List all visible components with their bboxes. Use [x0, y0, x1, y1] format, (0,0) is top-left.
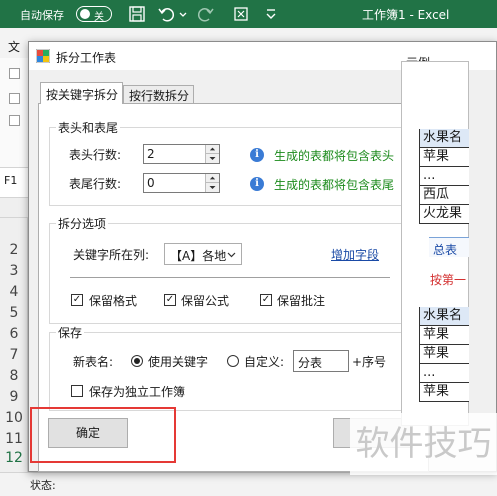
tab-split-by-rows[interactable]: 按行数拆分: [123, 85, 194, 104]
row-number[interactable]: 8: [0, 368, 28, 384]
preview-sheet-tab: 总表: [429, 237, 469, 257]
key-column-label: 关键字所在列:: [73, 248, 150, 262]
info-icon: i: [250, 148, 264, 162]
preview-cell: 苹果: [420, 383, 469, 402]
row-number[interactable]: 4: [0, 284, 28, 300]
radio-selected-dot: [134, 358, 140, 364]
custom-name-value: 分表: [298, 356, 323, 370]
preview-cell: 苹果: [420, 148, 469, 167]
preview-cell: 西瓜: [420, 186, 469, 205]
add-field-link[interactable]: 增加字段: [331, 246, 379, 263]
footer-hint: 生成的表都将包含表尾: [274, 178, 395, 192]
custom-name-input[interactable]: 分表: [293, 350, 349, 372]
footer-rows-spin-buttons: [205, 174, 219, 192]
header-rows-value[interactable]: 2: [147, 147, 155, 161]
header-rows-label: 表头行数:: [69, 148, 122, 162]
header-rows-spinner[interactable]: 2: [143, 144, 220, 164]
row-number[interactable]: 12: [0, 450, 28, 466]
autosave-toggle-state: 关: [94, 12, 104, 23]
spin-up-icon[interactable]: [206, 174, 219, 183]
preview-note: 按第一: [430, 273, 467, 287]
preview-cell: 水果名: [420, 307, 469, 326]
ribbon-checkbox[interactable]: [9, 93, 20, 104]
dialog-app-icon: [36, 49, 50, 63]
row-headers: 2 3 4 5 6 7 8 9 10 11 12: [0, 218, 28, 472]
save-legend: 保存: [56, 324, 85, 341]
footer-rows-label: 表尾行数:: [69, 177, 122, 191]
highlight-box: [30, 407, 176, 463]
row-number[interactable]: 10: [0, 410, 28, 426]
spin-up-icon[interactable]: [206, 145, 219, 154]
footer-rows-value[interactable]: 0: [147, 176, 155, 190]
custom-name-label[interactable]: 自定义:: [244, 353, 284, 370]
header-hint: 生成的表都将包含表头: [274, 149, 395, 163]
save-as-workbook-checkbox[interactable]: [71, 385, 83, 397]
preview-cell: 火龙果: [420, 205, 469, 224]
keep-formula-checkbox[interactable]: ✓: [164, 294, 176, 306]
autosave-toggle[interactable]: 关: [76, 6, 112, 23]
key-column-value: 【A】各地: [170, 249, 227, 263]
preview-cell: 苹果: [420, 345, 469, 364]
preview-cell: ...: [420, 364, 469, 383]
info-icon: i: [250, 177, 264, 191]
split-options-legend: 拆分选项: [56, 215, 109, 232]
document-title: 工作簿1 - Excel: [362, 8, 450, 22]
customize-quick-access-icon[interactable]: [262, 5, 280, 23]
keep-format-label[interactable]: 保留格式: [89, 292, 137, 309]
row-number[interactable]: 11: [0, 431, 28, 447]
sort-icon[interactable]: [232, 5, 250, 23]
key-column-select[interactable]: 【A】各地: [164, 243, 242, 265]
dialog-title: 拆分工作表: [56, 51, 117, 65]
row-number[interactable]: 3: [0, 263, 28, 279]
toggle-knob: [80, 9, 90, 19]
tab-split-by-key[interactable]: 按关键字拆分: [40, 82, 123, 104]
sequence-suffix-label: +序号: [352, 355, 387, 369]
watermark: 软件技巧: [350, 413, 497, 475]
save-icon[interactable]: [128, 5, 146, 23]
header-footer-legend: 表头和表尾: [56, 119, 121, 136]
preview-table-total: 水果名 苹果 ... 西瓜 火龙果: [419, 129, 469, 224]
spin-down-icon[interactable]: [206, 154, 219, 163]
keep-comments-checkbox[interactable]: ✓: [260, 294, 272, 306]
chevron-down-icon: [227, 252, 236, 258]
redo-icon[interactable]: [197, 5, 215, 23]
status-label: 状态:: [30, 479, 56, 492]
keep-comments-label[interactable]: 保留批注: [277, 292, 325, 309]
divider: [70, 277, 390, 278]
undo-icon[interactable]: [157, 5, 175, 23]
keep-formula-label[interactable]: 保留公式: [181, 292, 229, 309]
use-key-radio[interactable]: [131, 355, 143, 367]
preview-cell: 苹果: [420, 326, 469, 345]
undo-dropdown-icon[interactable]: [178, 5, 188, 23]
ribbon-tab-file[interactable]: 文: [8, 38, 20, 55]
row-number[interactable]: 7: [0, 347, 28, 363]
row-number[interactable]: 9: [0, 389, 28, 405]
ribbon-checkbox[interactable]: [9, 115, 20, 126]
keep-format-checkbox[interactable]: ✓: [71, 294, 83, 306]
spin-down-icon[interactable]: [206, 183, 219, 192]
save-as-workbook-label[interactable]: 保存为独立工作簿: [89, 383, 185, 400]
row-number[interactable]: 2: [0, 242, 28, 258]
split-options-group: 拆分选项 关键字所在列: 【A】各地 增加字段 ✓ 保留格式 ✓ 保留公式 ✓ …: [49, 215, 421, 324]
custom-name-radio[interactable]: [227, 355, 239, 367]
row-number[interactable]: 6: [0, 326, 28, 342]
ribbon-checkbox[interactable]: [9, 68, 20, 79]
header-footer-group: 表头和表尾 表头行数: 2 i 生成的表都将包含表头 表尾行数: 0 i 生成的…: [49, 119, 421, 206]
autosave-label: 自动保存: [20, 9, 64, 22]
preview-cell: ...: [420, 167, 469, 186]
excel-title-bar: 自动保存 关 工作簿1 - Excel: [0, 0, 497, 28]
header-rows-spin-buttons: [205, 145, 219, 163]
use-key-label[interactable]: 使用关键字: [148, 353, 208, 370]
save-group: 保存 新表名: 使用关键字 自定义: 分表 +序号 保存为独立工作簿: [49, 324, 421, 411]
row-number[interactable]: 5: [0, 305, 28, 321]
status-bar: 状态:: [0, 472, 497, 496]
preview-cell: 水果名: [420, 129, 469, 148]
name-box[interactable]: F1: [4, 174, 28, 192]
footer-rows-spinner[interactable]: 0: [143, 173, 220, 193]
preview-table-split: 水果名 苹果 苹果 ... 苹果: [419, 307, 469, 402]
new-sheet-name-label: 新表名:: [73, 355, 114, 369]
